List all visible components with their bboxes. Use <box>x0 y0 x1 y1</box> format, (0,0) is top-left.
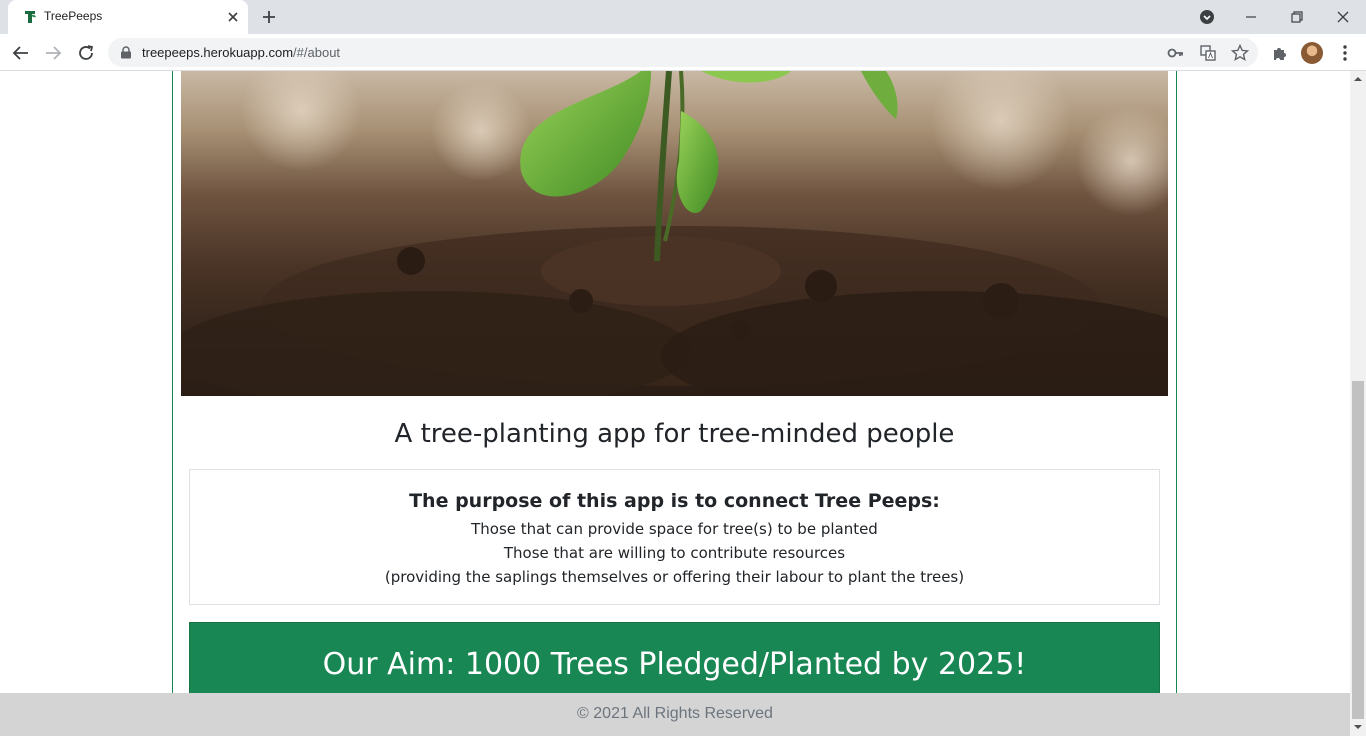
url-text[interactable]: treepeeps.herokuapp.com/#/about <box>142 45 340 60</box>
restore-icon[interactable] <box>1286 6 1308 28</box>
close-window-icon[interactable] <box>1332 6 1354 28</box>
url-path: /#/about <box>293 45 341 60</box>
scroll-down-arrow-icon[interactable] <box>1354 723 1362 731</box>
back-icon[interactable] <box>10 42 32 64</box>
new-tab-icon[interactable] <box>259 7 279 27</box>
hero-image <box>181 71 1168 396</box>
reload-icon[interactable] <box>75 42 97 64</box>
aim-banner: Our Aim: 1000 Trees Pledged/Planted by 2… <box>189 622 1160 693</box>
minimize-icon[interactable] <box>1240 6 1262 28</box>
browser-tab-bar: TreePeeps <box>0 0 1366 34</box>
purpose-line-2: Those that are willing to contribute res… <box>503 544 846 562</box>
purpose-card: The purpose of this app is to connect Tr… <box>189 469 1160 605</box>
address-bar[interactable]: treepeeps.herokuapp.com/#/about <box>108 38 1258 67</box>
scroll-up-arrow-icon[interactable] <box>1354 75 1362 83</box>
translate-icon[interactable] <box>1198 43 1218 63</box>
purpose-line-1: Those that can provide space for tree(s)… <box>471 520 878 538</box>
tab-search-icon[interactable] <box>1196 6 1218 28</box>
vertical-scrollbar[interactable] <box>1350 71 1366 736</box>
browser-tab[interactable]: TreePeeps <box>8 0 248 34</box>
purpose-line-3: (providing the saplings themselves or of… <box>384 568 965 586</box>
key-icon[interactable] <box>1166 43 1186 63</box>
page-footer: © 2021 All Rights Reserved <box>0 693 1350 736</box>
page-viewport: A tree-planting app for tree-minded peop… <box>0 71 1350 693</box>
sapling-soil-illustration <box>181 71 1168 396</box>
lock-icon[interactable] <box>120 46 132 59</box>
close-tab-icon[interactable] <box>224 8 242 26</box>
about-headline: A tree-planting app for tree-minded peop… <box>394 419 955 449</box>
bookmark-star-icon[interactable] <box>1230 43 1250 63</box>
browser-toolbar: treepeeps.herokuapp.com/#/about <box>0 34 1366 71</box>
extensions-icon[interactable] <box>1269 42 1291 64</box>
profile-avatar[interactable] <box>1301 42 1323 64</box>
purpose-title: The purpose of this app is to connect Tr… <box>409 490 940 512</box>
scroll-thumb[interactable] <box>1352 381 1364 719</box>
url-host: treepeeps.herokuapp.com <box>142 45 294 60</box>
aim-text: Our Aim: 1000 Trees Pledged/Planted by 2… <box>322 647 1027 682</box>
copyright-text: © 2021 All Rights Reserved <box>577 705 773 722</box>
treepeeps-favicon-icon <box>25 11 36 23</box>
tab-title: TreePeeps <box>44 9 103 23</box>
forward-icon[interactable] <box>42 42 64 64</box>
menu-kebab-icon[interactable] <box>1334 42 1356 64</box>
